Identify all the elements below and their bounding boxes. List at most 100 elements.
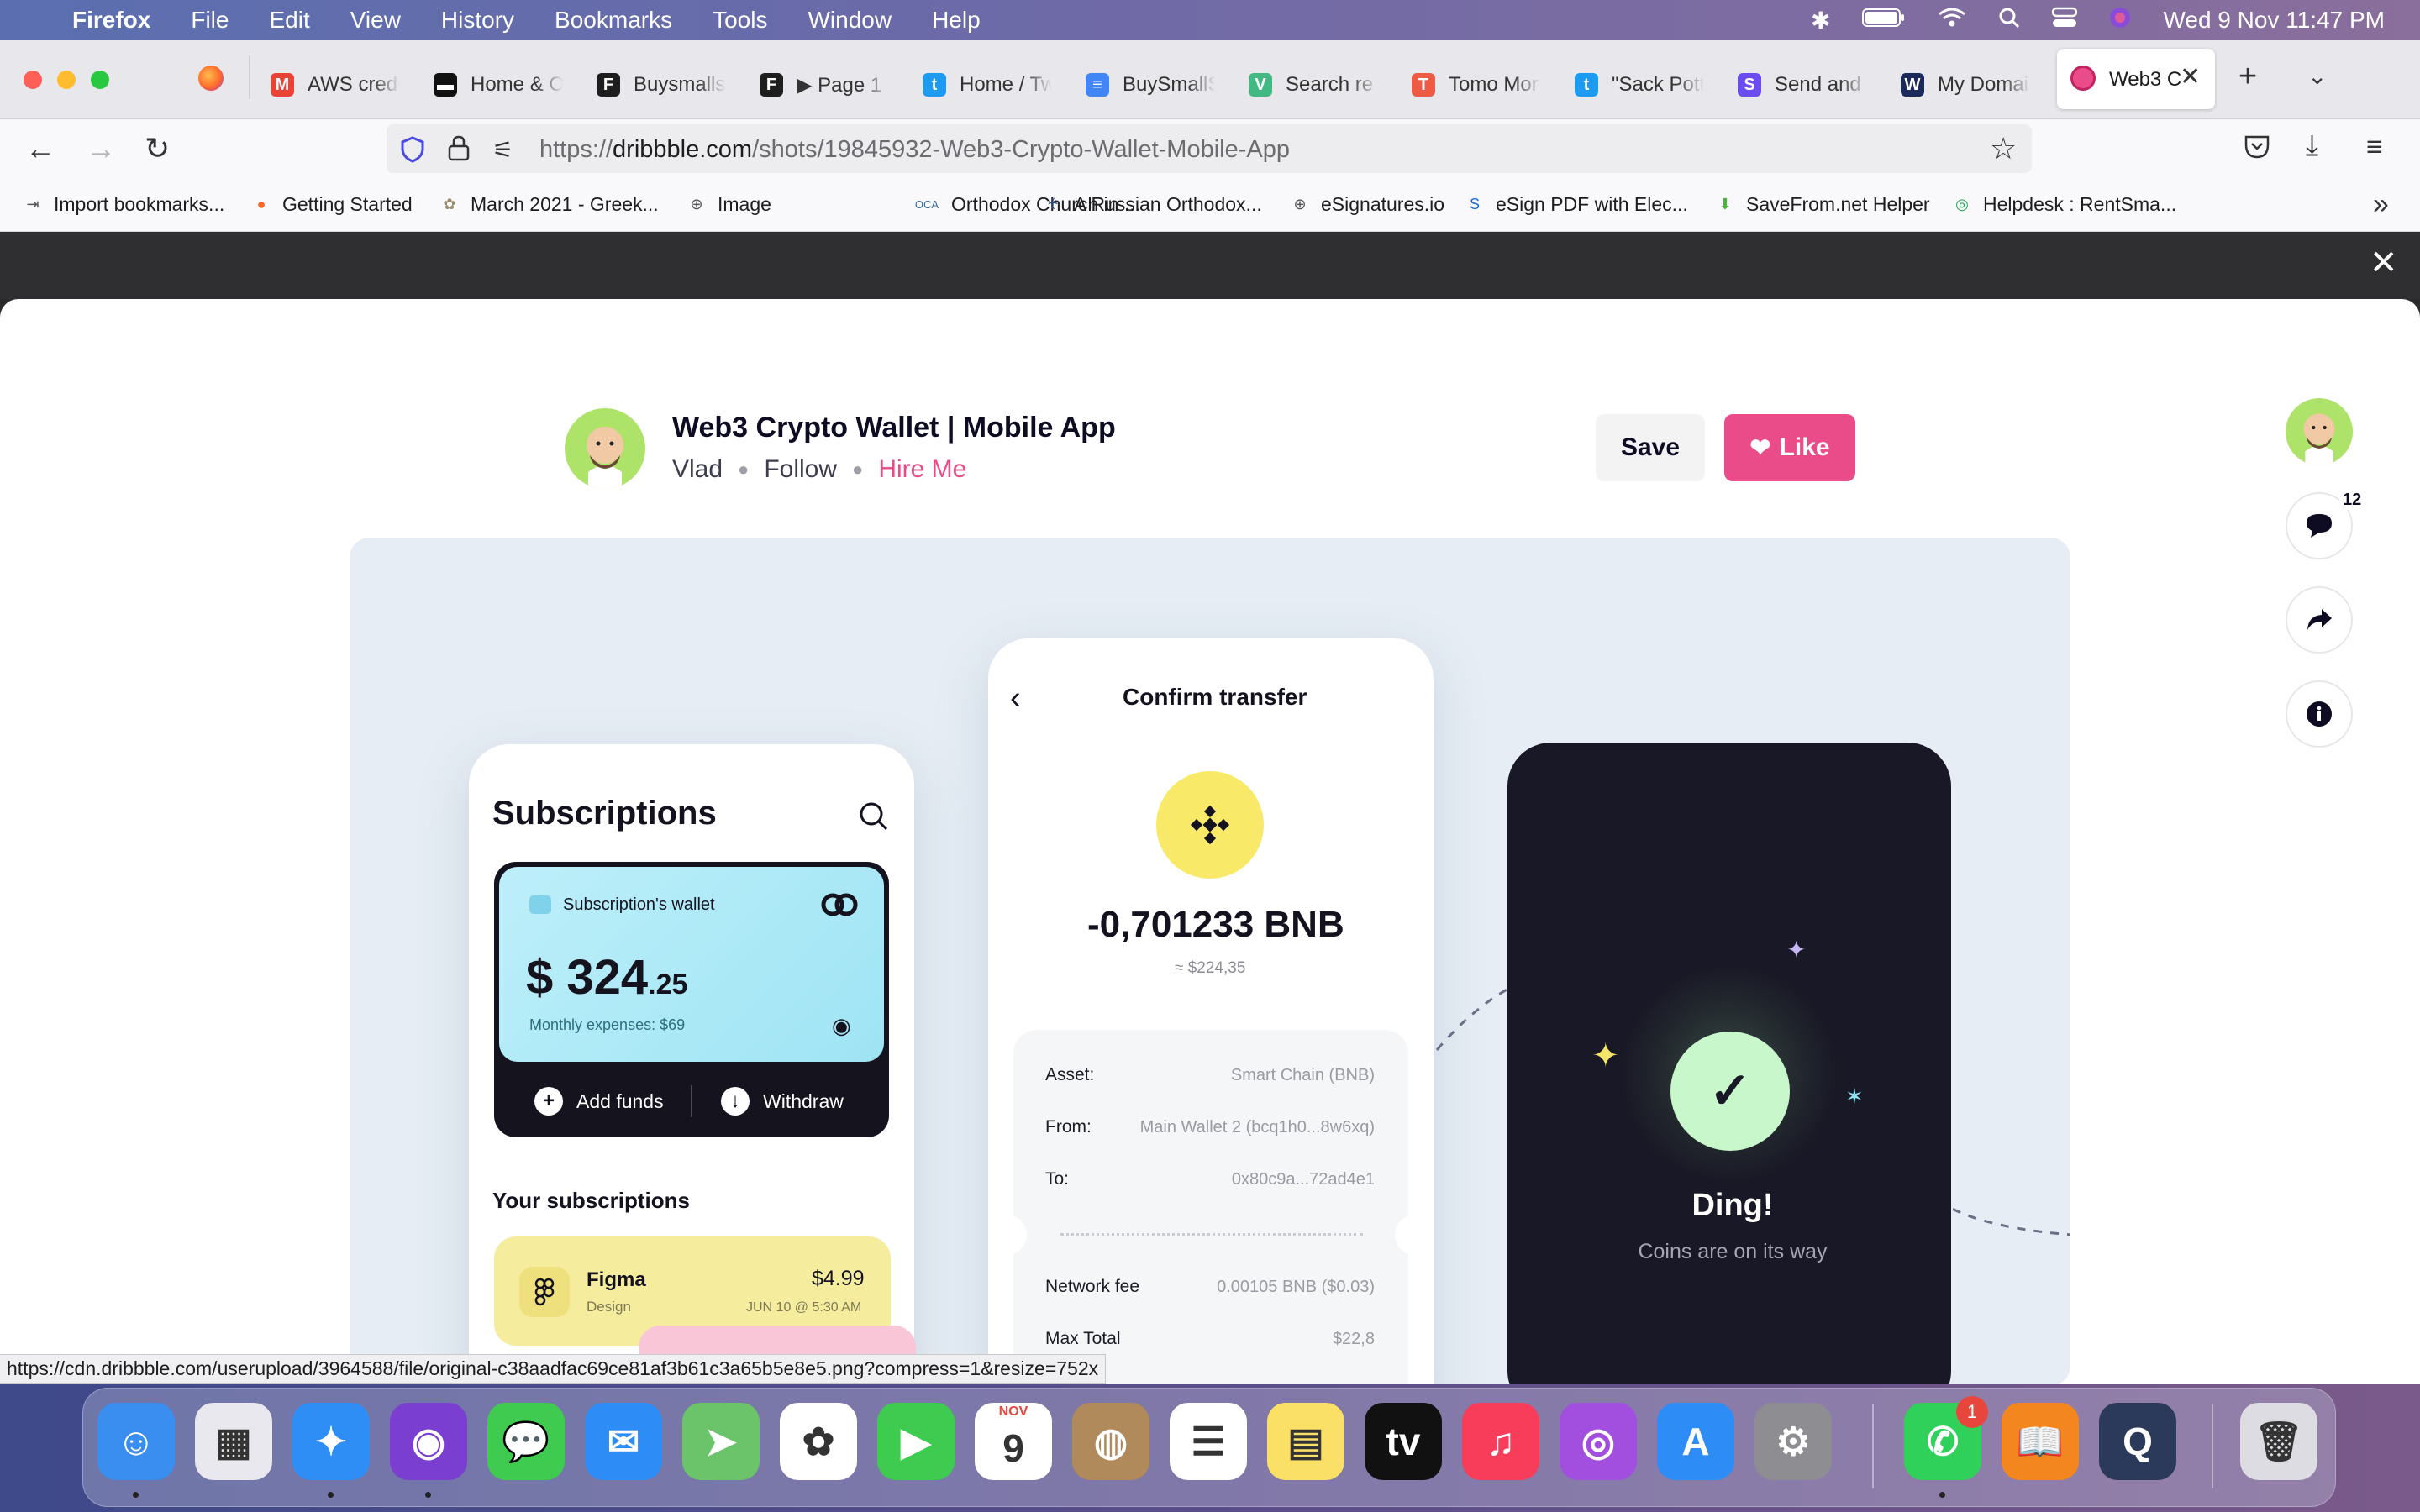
tab-figma[interactable]: F Buysmalls (597, 66, 726, 104)
zoom-window-button[interactable] (91, 71, 109, 89)
tab-twitter[interactable]: t Home / Tw (923, 66, 1052, 104)
like-button[interactable]: ❤ Like (1724, 414, 1855, 481)
monthly-expenses: Monthly expenses: $69 (529, 1016, 686, 1033)
tab-gmail[interactable]: M AWS credi (271, 66, 400, 104)
bookmark-item[interactable]: SeSign PDF with Elec... (1464, 193, 1688, 216)
hire-me-link[interactable]: Hire Me (878, 455, 966, 484)
books-icon[interactable]: 📖 (2002, 1403, 2079, 1480)
tv-icon[interactable]: tv (1365, 1403, 1442, 1480)
menu-view[interactable]: View (350, 7, 401, 34)
notes-icon[interactable]: ▤ (1267, 1403, 1344, 1480)
quicktime-icon[interactable]: Q (2099, 1403, 2176, 1480)
tab-docs[interactable]: ≡ BuySmallS (1086, 66, 1215, 104)
forward-icon[interactable]: → (86, 131, 116, 166)
back-icon[interactable]: ← (25, 131, 55, 166)
music-icon[interactable]: ♫ (1462, 1403, 1539, 1480)
spotlight-icon[interactable] (1998, 7, 2020, 34)
control-center-icon[interactable] (2052, 7, 2078, 34)
tab-label: Buysmalls (634, 73, 726, 96)
close-modal-icon[interactable]: ✕ (2370, 244, 2398, 282)
tab-list-chevron-icon[interactable]: ⌄ (2307, 62, 2327, 90)
menu-edit[interactable]: Edit (269, 7, 309, 34)
author-name[interactable]: Vlad (672, 455, 723, 484)
reload-icon[interactable]: ↻ (145, 131, 170, 166)
tab-vue[interactable]: V Search re (1249, 66, 1378, 104)
contacts-icon[interactable]: ◍ (1072, 1403, 1150, 1480)
menu-window[interactable]: Window (808, 7, 892, 34)
menu-tools[interactable]: Tools (713, 7, 767, 34)
messages-icon[interactable]: 💬 (487, 1403, 565, 1480)
info-button[interactable] (2286, 680, 2353, 748)
menu-bookmarks[interactable]: Bookmarks (555, 7, 672, 34)
podcasts-icon[interactable]: ◎ (1560, 1403, 1637, 1480)
tab-webflow[interactable]: W My Domai (1901, 66, 2030, 104)
safari-icon[interactable]: ✦ (292, 1403, 370, 1480)
more-bookmarks-chevron-icon[interactable]: » (2373, 188, 2389, 221)
wifi-icon[interactable] (1938, 7, 1966, 34)
finder-icon[interactable]: ☺ (97, 1403, 175, 1480)
firefox-pinned-tab-icon[interactable] (198, 66, 224, 91)
trash-icon[interactable]: 🗑 (2240, 1403, 2317, 1480)
save-button[interactable]: Save (1596, 414, 1705, 481)
tab-twitter[interactable]: t "Sack Pott (1575, 66, 1704, 104)
follow-link[interactable]: Follow (764, 455, 837, 484)
bookmark-item[interactable]: ✿ March 2021 - Greek... (439, 193, 658, 216)
arrow-down-icon: ↓ (721, 1087, 750, 1116)
tab-label: Tomo Mor (1449, 73, 1539, 96)
modal-backdrop[interactable] (0, 232, 2420, 299)
webflow-icon: W (1901, 73, 1924, 97)
bookmark-star-icon[interactable]: ☆ (1990, 131, 2017, 166)
author-avatar[interactable] (565, 408, 645, 489)
permissions-icon[interactable]: ⚟ (492, 136, 513, 164)
minimize-window-button[interactable] (57, 71, 76, 89)
bookmark-item[interactable]: ⬇ SaveFrom.net Helper (1714, 193, 1929, 216)
menu-file[interactable]: File (191, 7, 229, 34)
dock-separator (2212, 1404, 2213, 1488)
transfer-usd: ≈ $224,35 (1175, 959, 1246, 977)
downloads-icon[interactable]: ⤓ (2306, 129, 2318, 162)
tab-tomo[interactable]: T Tomo Mor (1412, 66, 1541, 104)
photos-icon[interactable]: ✿ (780, 1403, 857, 1480)
pocket-icon[interactable] (2244, 134, 2270, 164)
new-tab-icon[interactable]: + (2238, 59, 2257, 95)
withdraw-label: Withdraw (763, 1089, 844, 1112)
menu-app-name[interactable]: Firefox (72, 7, 150, 34)
menu-help[interactable]: Help (932, 7, 981, 34)
lock-icon[interactable] (447, 134, 471, 165)
bluetooth-icon[interactable]: ✱ (1811, 7, 1830, 34)
bookmark-item[interactable]: ● Getting Started (250, 193, 413, 216)
action-divider (691, 1085, 692, 1117)
bookmark-item[interactable]: ♰ A Russian Orthodox... (1042, 193, 1261, 216)
siri-icon[interactable] (2109, 7, 2131, 34)
share-button[interactable] (2286, 586, 2353, 654)
tab-send[interactable]: S Send and (1738, 66, 1867, 104)
mail-icon[interactable]: ✉ (585, 1403, 662, 1480)
success-title: Ding! (1691, 1188, 1774, 1223)
facetime-icon[interactable]: ▶ (877, 1403, 955, 1480)
tab-label: ▶ Page 1 - (797, 73, 889, 97)
tracking-protection-icon[interactable] (400, 136, 425, 167)
sparkle-icon: ✦ (1786, 937, 1807, 963)
menubar-clock[interactable]: Wed 9 Nov 11:47 PM (2163, 7, 2385, 34)
battery-icon[interactable] (1862, 7, 1906, 34)
menu-history[interactable]: History (441, 7, 514, 34)
bookmark-item[interactable]: ⇥ Import bookmarks... (22, 193, 224, 216)
url-text[interactable]: https://dribbble.com/shots/19845932-Web3… (539, 136, 1290, 164)
maps-icon[interactable]: ➤ (682, 1403, 760, 1480)
search-icon (859, 801, 889, 836)
tab-terminal[interactable]: ▬ Home & O (434, 66, 563, 104)
reminders-icon[interactable]: ☰ (1170, 1403, 1247, 1480)
firefox-icon[interactable]: ◉ (390, 1403, 467, 1480)
app-menu-icon[interactable]: ≡ (2366, 131, 2383, 164)
bookmark-item[interactable]: ⊕ Image (686, 193, 771, 216)
system-preferences-icon[interactable]: ⚙ (1754, 1403, 1832, 1480)
app-store-icon[interactable]: A (1657, 1403, 1734, 1480)
side-author-avatar[interactable] (2286, 398, 2353, 465)
bookmark-item[interactable]: ⊕ eSignatures.io (1289, 193, 1444, 216)
bookmark-label: eSignatures.io (1321, 193, 1445, 215)
close-window-button[interactable] (24, 71, 42, 89)
launchpad-icon[interactable]: ▦ (195, 1403, 272, 1480)
close-tab-icon[interactable]: ✕ (2180, 62, 2201, 92)
tab-figma[interactable]: F ▶ Page 1 - (760, 66, 889, 104)
bookmark-item[interactable]: ◎ Helpdesk : RentSma... (1951, 193, 2176, 216)
